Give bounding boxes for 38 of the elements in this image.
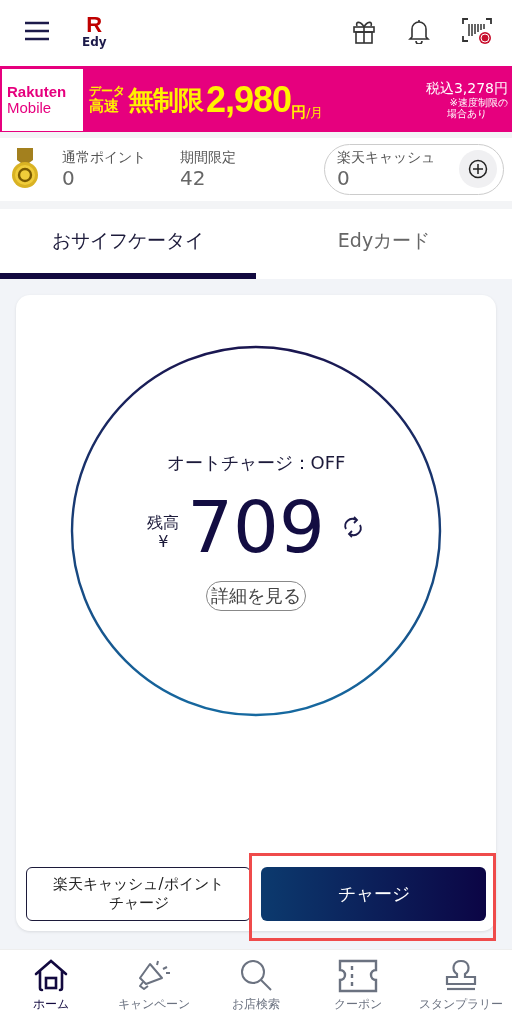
cash-value: 0 <box>337 165 351 190</box>
banner-text: 円 <box>291 103 307 122</box>
cash-point-charge-button[interactable]: 楽天キャッシュ/ポイントチャージ <box>26 867 251 921</box>
banner-price: 2,980 <box>206 79 292 121</box>
currency-symbol: ¥ <box>158 531 169 551</box>
brand-text: Mobile <box>7 100 52 116</box>
nav-item[interactable]: スタンプラリー <box>412 958 509 1013</box>
balance-label: 残高 <box>147 512 180 532</box>
nav-item[interactable]: お店検索 <box>207 958 304 1013</box>
bell-icon[interactable] <box>408 18 430 44</box>
barcode-scan-icon[interactable] <box>462 17 492 45</box>
banner-text: データ <box>89 85 125 99</box>
charge-button[interactable]: チャージ <box>261 867 486 921</box>
ticket-icon <box>338 958 379 994</box>
home-icon <box>33 958 70 994</box>
banner-note: 場合あり <box>446 108 487 120</box>
points-value: 0 <box>62 165 76 190</box>
nav-item[interactable]: キャンペーン <box>105 958 202 1013</box>
banner-note: ※速度制限の <box>449 96 508 109</box>
balance-amount: 709 <box>187 484 325 569</box>
logo-letter: R <box>86 14 103 36</box>
points-label: 通常ポイント <box>62 149 147 166</box>
cash-label: 楽天キャッシュ <box>337 149 435 166</box>
tab[interactable]: Edyカード <box>256 208 512 279</box>
banner-text: 高速 <box>89 98 119 115</box>
nav-item[interactable]: クーポン <box>310 958 407 1013</box>
banner-headline: 無制限 <box>128 83 203 117</box>
auto-charge-status: オートチャージ：OFF <box>166 450 346 475</box>
points-value: 42 <box>180 165 207 190</box>
banner-text: 税込3,278円 <box>425 80 508 97</box>
brand-text: Rakuten <box>7 84 67 100</box>
menu-icon[interactable] <box>24 21 50 41</box>
logo-text: Edy <box>82 36 107 48</box>
banner-text: /月 <box>306 104 324 122</box>
points-label: 期間限定 <box>180 149 237 166</box>
nav-item[interactable]: ホーム <box>3 958 100 1013</box>
medal-icon <box>10 148 40 191</box>
add-icon[interactable] <box>459 150 497 189</box>
